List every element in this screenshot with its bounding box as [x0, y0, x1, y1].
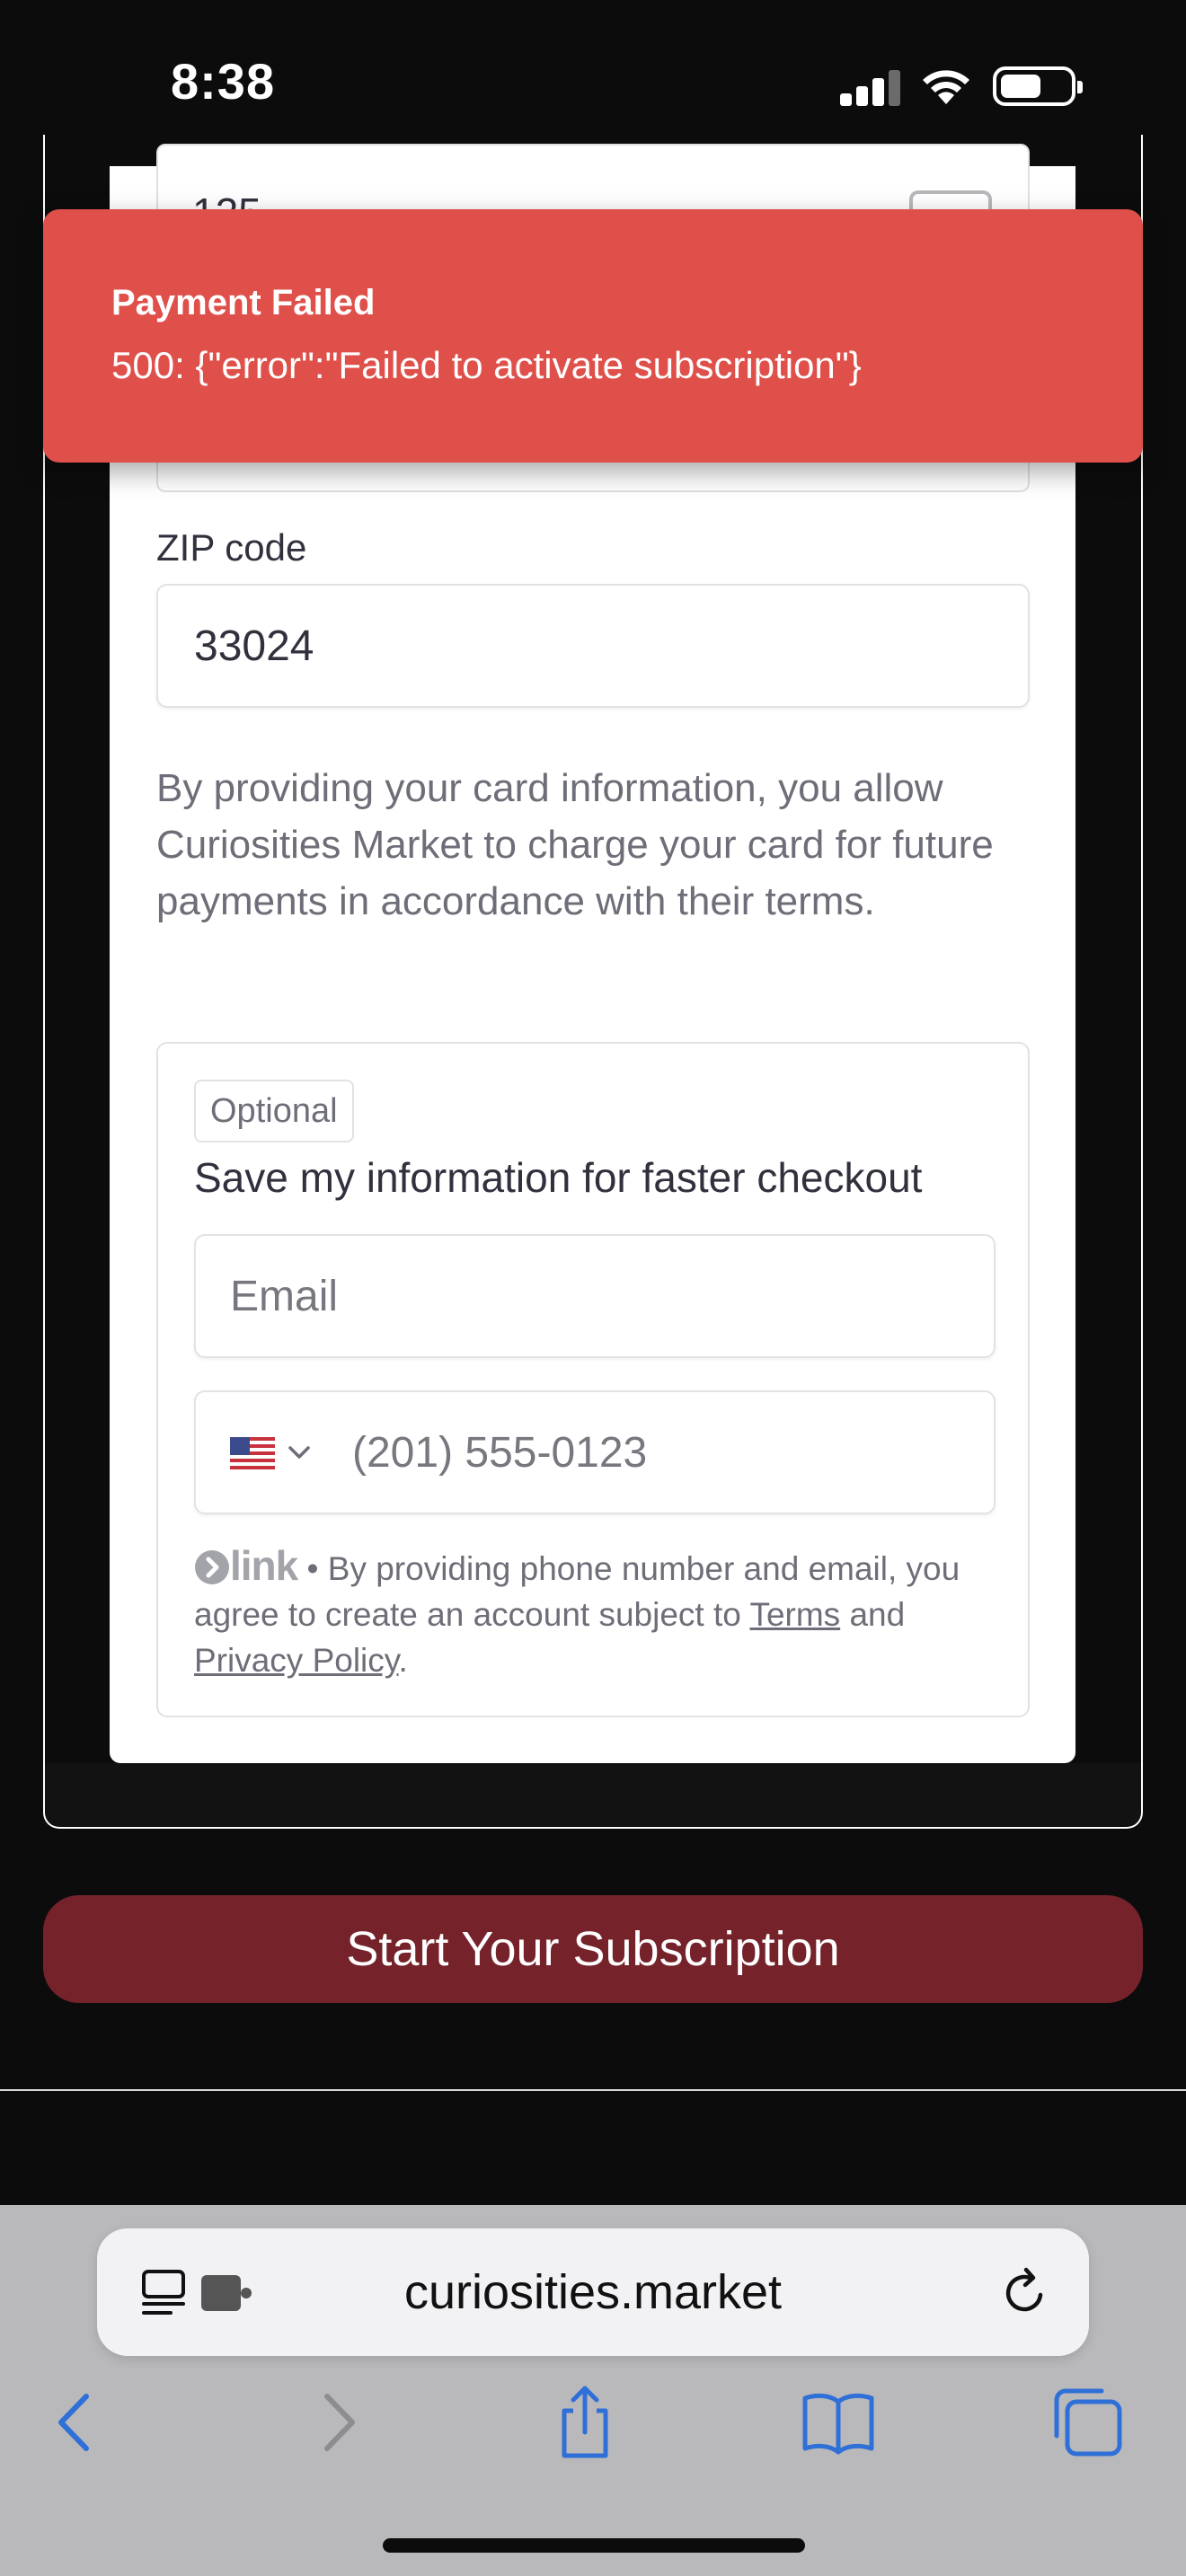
legal-mid: and	[840, 1596, 906, 1633]
chevron-down-icon[interactable]	[286, 1439, 313, 1466]
zip-input[interactable]: 33024	[156, 584, 1030, 708]
back-icon[interactable]	[36, 2382, 117, 2463]
link-arrow-icon	[195, 1550, 229, 1584]
bookmarks-icon[interactable]	[798, 2382, 879, 2463]
tabs-icon[interactable]	[1048, 2382, 1128, 2463]
email-field[interactable]: Email	[194, 1234, 996, 1358]
share-icon[interactable]	[544, 2382, 625, 2463]
payment-failed-toast[interactable]: Payment Failed 500: {"error":"Failed to …	[43, 209, 1143, 463]
start-subscription-label: Start Your Subscription	[346, 1922, 840, 1976]
status-time: 8:38	[171, 53, 276, 110]
email-placeholder: Email	[230, 1273, 339, 1320]
toast-title: Payment Failed	[111, 283, 376, 322]
wifi-icon	[923, 70, 969, 104]
payment-container-footer	[45, 1763, 1141, 1826]
home-indicator	[383, 2538, 805, 2553]
page-divider	[0, 2089, 1186, 2091]
start-subscription-button[interactable]: Start Your Subscription	[43, 1895, 1143, 2003]
address-bar[interactable]: curiosities.market	[97, 2228, 1089, 2356]
zip-label: ZIP code	[156, 526, 307, 569]
forward-icon[interactable]	[296, 2382, 377, 2463]
link-logo-word: link	[230, 1542, 298, 1589]
reload-icon[interactable]	[997, 2264, 1053, 2320]
privacy-policy-link[interactable]: Privacy Policy	[194, 1642, 399, 1679]
save-info-label[interactable]: Save my information for faster checkout	[194, 1153, 922, 1202]
optional-badge: Optional	[194, 1080, 354, 1142]
phone-placeholder: (201) 555-0123	[352, 1429, 648, 1477]
toast-message: 500: {"error":"Failed to activate subscr…	[111, 344, 862, 386]
link-legal-text: link • By providing phone number and ema…	[194, 1543, 1003, 1683]
link-save-info-box: Optional Save my information for faster …	[156, 1042, 1030, 1717]
url-text: curiosities.market	[403, 2265, 783, 2319]
terms-link[interactable]: Terms	[749, 1596, 840, 1633]
card-authorization-disclaimer: By providing your card information, you …	[156, 766, 994, 923]
us-flag-icon[interactable]	[230, 1437, 275, 1469]
phone-field[interactable]: (201) 555-0123	[194, 1390, 996, 1514]
battery-icon	[993, 66, 1083, 106]
zip-value: 33024	[194, 622, 314, 670]
cellular-signal-icon	[840, 70, 901, 106]
legal-end: .	[398, 1642, 408, 1679]
